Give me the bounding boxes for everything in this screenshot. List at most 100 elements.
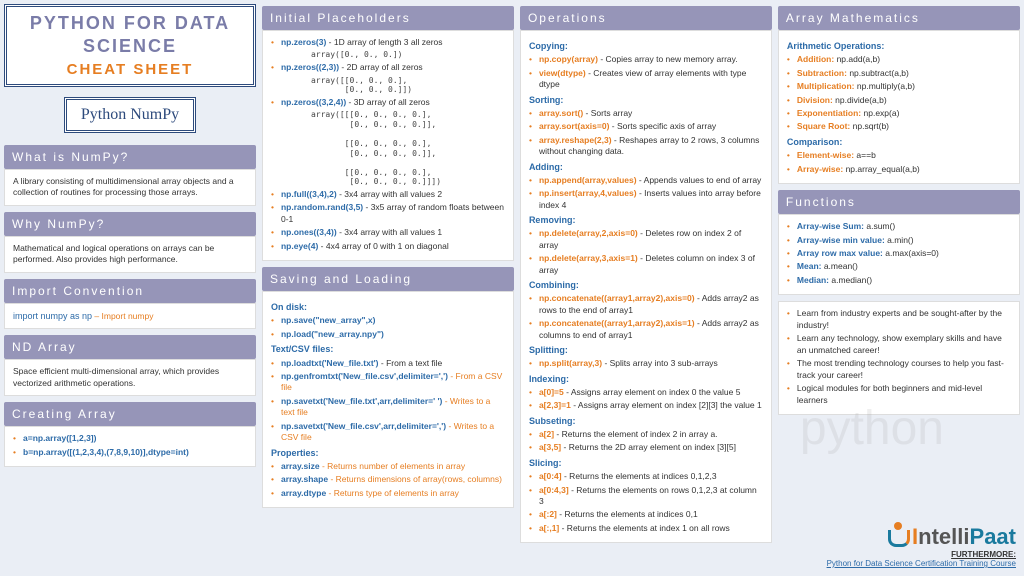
code-label: np.concatenate((array1,array2),axis=1) bbox=[539, 318, 695, 328]
description: - Returns the elements on rows 0,1,2,3 a… bbox=[539, 485, 757, 506]
description: - Assigns array element on index [2][3] … bbox=[571, 400, 762, 410]
code-label: array.sort(axis=0) bbox=[539, 121, 609, 131]
list-item: Array-wise min value: a.min() bbox=[787, 235, 1011, 246]
watermark: python bbox=[800, 401, 944, 456]
logo-figure-icon bbox=[886, 522, 910, 550]
heading: Operations bbox=[520, 6, 772, 30]
list-item: np.full((3,4),2) - 3x4 array with all va… bbox=[271, 189, 505, 200]
list-item: Addition: np.add(a,b) bbox=[787, 54, 1011, 65]
list-item: np.zeros((2,3)) - 2D array of all zerosa… bbox=[271, 62, 505, 95]
description: - 1D array of length 3 all zeros bbox=[326, 37, 442, 47]
code-label: np.savetxt('New_file.csv',arr,delimiter=… bbox=[281, 421, 446, 431]
subheading: Indexing: bbox=[529, 373, 763, 385]
code-output: array([[[0., 0., 0., 0.], [0., 0., 0., 0… bbox=[281, 110, 505, 187]
subhead-props: Properties: bbox=[271, 447, 505, 459]
heading: Import Convention bbox=[4, 279, 256, 303]
list-item: np.zeros((3,2,4)) - 3D array of all zero… bbox=[271, 97, 505, 187]
code-label: Subtraction: bbox=[797, 68, 847, 78]
code-label: np.load("new_array.npy") bbox=[281, 329, 384, 339]
column-1: PYTHON FOR DATA SCIENCE CHEAT SHEET Pyth… bbox=[4, 4, 256, 572]
list-item: Array row max value: a.max(axis=0) bbox=[787, 248, 1011, 259]
section-what-is: What is NumPy? A library consisting of m… bbox=[4, 145, 256, 206]
description: np.sqrt(b) bbox=[850, 121, 889, 131]
code-label: Element-wise: bbox=[797, 150, 854, 160]
list-item: np.insert(array,4,values) - Inserts valu… bbox=[529, 188, 763, 211]
section-math: Array Mathematics Arithmetic Operations:… bbox=[778, 6, 1020, 184]
code-label: np.zeros((2,3)) bbox=[281, 62, 339, 72]
body: A library consisting of multidimensional… bbox=[4, 169, 256, 206]
description: - Splits array into 3 sub-arrays bbox=[602, 358, 718, 368]
list-item: np.concatenate((array1,array2),axis=1) -… bbox=[529, 318, 763, 341]
description: - Returns the elements at index 1 on all… bbox=[559, 523, 730, 533]
subhead-arith: Arithmetic Operations: bbox=[787, 40, 1011, 52]
code-label: np.delete(array,2,axis=0) bbox=[539, 228, 638, 238]
section-import: Import Convention import numpy as np – I… bbox=[4, 279, 256, 329]
header-block: PYTHON FOR DATA SCIENCE CHEAT SHEET bbox=[4, 4, 256, 87]
body: np.zeros(3) - 1D array of length 3 all z… bbox=[262, 30, 514, 261]
subheading: Splitting: bbox=[529, 344, 763, 356]
description: - Appends values to end of array bbox=[637, 175, 762, 185]
list-item: Element-wise: a==b bbox=[787, 150, 1011, 161]
description: - Returns the elements at indices 0,1 bbox=[557, 509, 698, 519]
description: - Returns the 2D array element on index … bbox=[561, 442, 736, 452]
heading: Functions bbox=[778, 190, 1020, 214]
list-item: Subtraction: np.subtract(a,b) bbox=[787, 68, 1011, 79]
furthermore-label: FURTHERMORE: bbox=[782, 550, 1016, 559]
list-item: np.zeros(3) - 1D array of length 3 all z… bbox=[271, 37, 505, 60]
description: - Sorts specific axis of array bbox=[609, 121, 716, 131]
list-item: np.copy(array) - Copies array to new mem… bbox=[529, 54, 763, 65]
list-item: np.eye(4) - 4x4 array of 0 with 1 on dia… bbox=[271, 241, 505, 252]
list-item: np.delete(array,3,axis=1) - Deletes colu… bbox=[529, 253, 763, 276]
code-label: np.append(array,values) bbox=[539, 175, 637, 185]
title-line-1: PYTHON FOR DATA bbox=[17, 13, 243, 34]
heading: ND Array bbox=[4, 335, 256, 359]
course-link[interactable]: Python for Data Science Certification Tr… bbox=[782, 559, 1016, 568]
body: On disk: np.save("new_array",x)np.load("… bbox=[262, 291, 514, 508]
logo-area: IntelliPaat FURTHERMORE: Python for Data… bbox=[778, 518, 1020, 572]
code-label: np.insert(array,4,values) bbox=[539, 188, 637, 198]
logo-ntelli: ntelli bbox=[918, 524, 969, 549]
description: - Sorts array bbox=[583, 108, 632, 118]
description: - Returns dimensions of array(rows, colu… bbox=[328, 474, 502, 484]
numpy-badge: Python NumPy bbox=[64, 97, 196, 133]
list-item: np.ones((3,4)) - 3x4 array with all valu… bbox=[271, 227, 505, 238]
section-ndarray: ND Array Space efficient multi-dimension… bbox=[4, 335, 256, 396]
code-label: array.dtype bbox=[281, 488, 326, 498]
list-item: b=np.array([(1,2,3,4),(7,8,9,10)],dtype=… bbox=[13, 447, 247, 458]
code-label: view(dtype) bbox=[539, 68, 586, 78]
subheading: Removing: bbox=[529, 214, 763, 226]
description: a.max(axis=0) bbox=[883, 248, 939, 258]
logo-paat: Paat bbox=[970, 524, 1016, 549]
list-item: np.save("new_array",x) bbox=[271, 315, 505, 326]
list-item: a[2] - Returns the element of index 2 in… bbox=[529, 429, 763, 440]
code-label: a[:2] bbox=[539, 509, 557, 519]
code-label: Array-wise min value: bbox=[797, 235, 885, 245]
body: Array-wise Sum: a.sum()Array-wise min va… bbox=[778, 214, 1020, 295]
code-label: a[2,3]=1 bbox=[539, 400, 571, 410]
section-why: Why NumPy? Mathematical and logical oper… bbox=[4, 212, 256, 273]
list-item: a[0]=5 - Assigns array element on index … bbox=[529, 387, 763, 398]
subheading: Sorting: bbox=[529, 94, 763, 106]
subheading: Combining: bbox=[529, 279, 763, 291]
code-label: a[2] bbox=[539, 429, 554, 439]
section-creating: Creating Array a=np.array([1,2,3])b=np.a… bbox=[4, 402, 256, 467]
description: - 4x4 array of 0 with 1 on diagonal bbox=[318, 241, 448, 251]
code-label: np.loadtxt('New_file.txt') bbox=[281, 358, 379, 368]
list-item: np.load("new_array.npy") bbox=[271, 329, 505, 340]
list-item: Learn any technology, show exemplary ski… bbox=[787, 333, 1011, 356]
code-label: np.copy(array) bbox=[539, 54, 598, 64]
list-item: Learn from industry experts and be sough… bbox=[787, 308, 1011, 331]
list-item: Exponentiation: np.exp(a) bbox=[787, 108, 1011, 119]
list-item: array.dtype - Returns type of elements i… bbox=[271, 488, 505, 499]
layout-container: PYTHON FOR DATA SCIENCE CHEAT SHEET Pyth… bbox=[0, 0, 1024, 576]
code-label: Addition: bbox=[797, 54, 834, 64]
code-label: a[0:4,3] bbox=[539, 485, 569, 495]
heading: What is NumPy? bbox=[4, 145, 256, 169]
subheading: Copying: bbox=[529, 40, 763, 52]
heading: Creating Array bbox=[4, 402, 256, 426]
code-label: array.shape bbox=[281, 474, 328, 484]
heading: Saving and Loading bbox=[262, 267, 514, 291]
list-item: Mean: a.mean() bbox=[787, 261, 1011, 272]
description: np.add(a,b) bbox=[834, 54, 880, 64]
list-item: np.concatenate((array1,array2),axis=0) -… bbox=[529, 293, 763, 316]
